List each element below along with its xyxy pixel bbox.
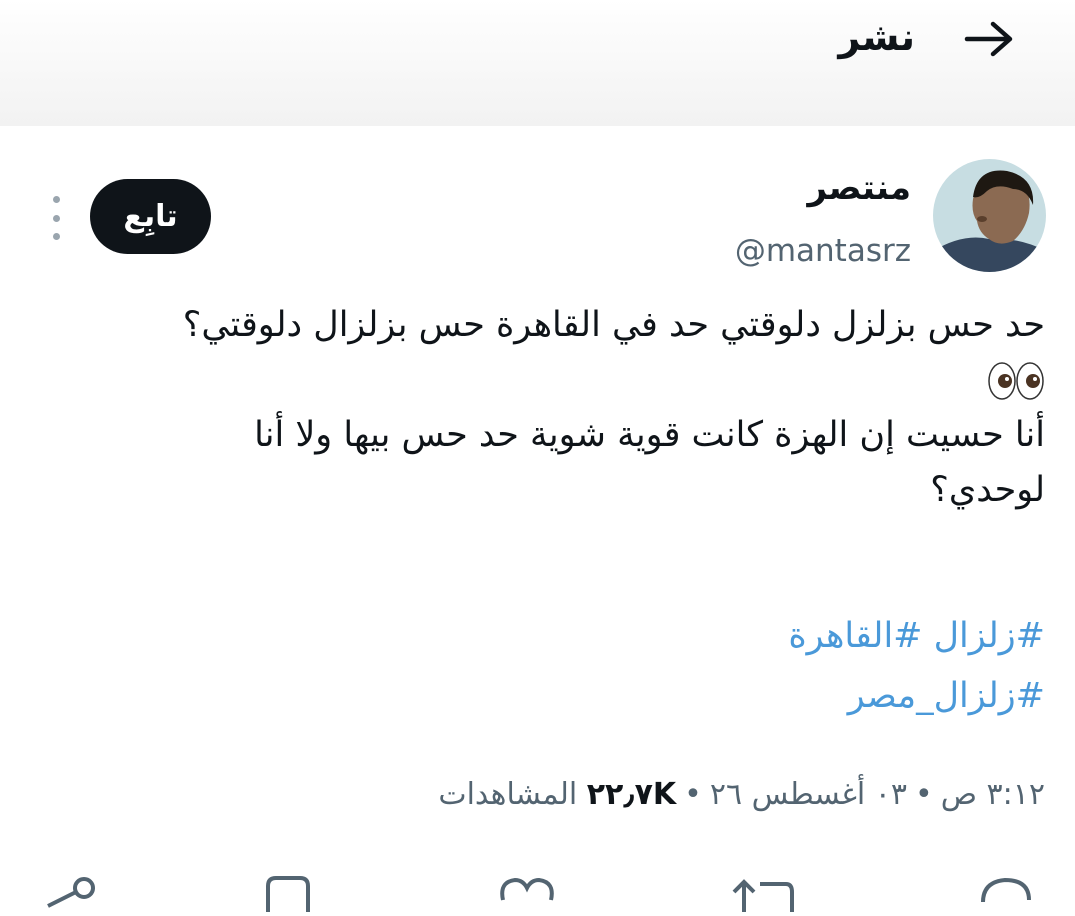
tweet-line: لوحدي؟: [930, 470, 1045, 510]
action-bar: [0, 872, 1075, 912]
reply-button[interactable]: [975, 872, 1035, 912]
arrow-right-icon: [964, 21, 1013, 57]
like-button[interactable]: [495, 872, 560, 912]
tweet-meta: ٣:١٢ ص•٠٣ أغسطس ٢٦•٢٢٫٧K المشاهدات: [438, 768, 1045, 822]
profile-photo: [933, 159, 1046, 272]
tweet-line: حد حس بزلزل دلوقتي حد في القاهرة حس بزلز…: [182, 305, 1045, 345]
author-handle[interactable]: @mantasrz: [735, 228, 911, 274]
share-icon: [47, 877, 95, 908]
repost-icon: [732, 879, 794, 912]
top-bar: نشر: [0, 0, 1075, 126]
hashtag-link[interactable]: #زلزال_مصر: [55, 666, 1045, 726]
share-button[interactable]: [40, 872, 100, 912]
hashtag-list: #زلزال #القاهرة #زلزال_مصر: [55, 606, 1045, 726]
heart-icon: [500, 877, 554, 901]
repost-button[interactable]: [730, 872, 800, 912]
avatar[interactable]: [933, 159, 1046, 272]
tweet-line: أنا حسيت إن الهزة كانت قوية شوية حد حس ب…: [254, 415, 1045, 455]
separator-dot: •: [684, 777, 702, 812]
hashtag-link[interactable]: #زلزال #القاهرة: [55, 606, 1045, 666]
author-display-name[interactable]: منتصر: [808, 163, 911, 213]
more-options-button[interactable]: [42, 196, 70, 240]
eyes-emoji: [988, 362, 1044, 400]
reply-icon: [981, 877, 1031, 903]
bookmark-icon: [266, 876, 310, 912]
follow-button[interactable]: تابِع: [90, 179, 211, 254]
tweet-date: ٠٣ أغسطس ٢٦: [709, 777, 908, 812]
more-vertical-icon: [52, 233, 60, 240]
page-title: نشر: [838, 15, 915, 59]
more-vertical-icon: [52, 214, 60, 222]
views-count[interactable]: ٢٢٫٧K: [587, 777, 676, 812]
more-vertical-icon: [52, 196, 60, 203]
views-label[interactable]: المشاهدات: [438, 777, 577, 812]
tweet-time: ٣:١٢ ص: [940, 777, 1045, 812]
back-button[interactable]: [958, 14, 1020, 64]
separator-dot: •: [915, 777, 933, 812]
tweet-text: حد حس بزلزل دلوقتي حد في القاهرة حس بزلز…: [55, 298, 1045, 518]
tweet-line: [55, 353, 1045, 408]
bookmark-button[interactable]: [260, 872, 315, 912]
